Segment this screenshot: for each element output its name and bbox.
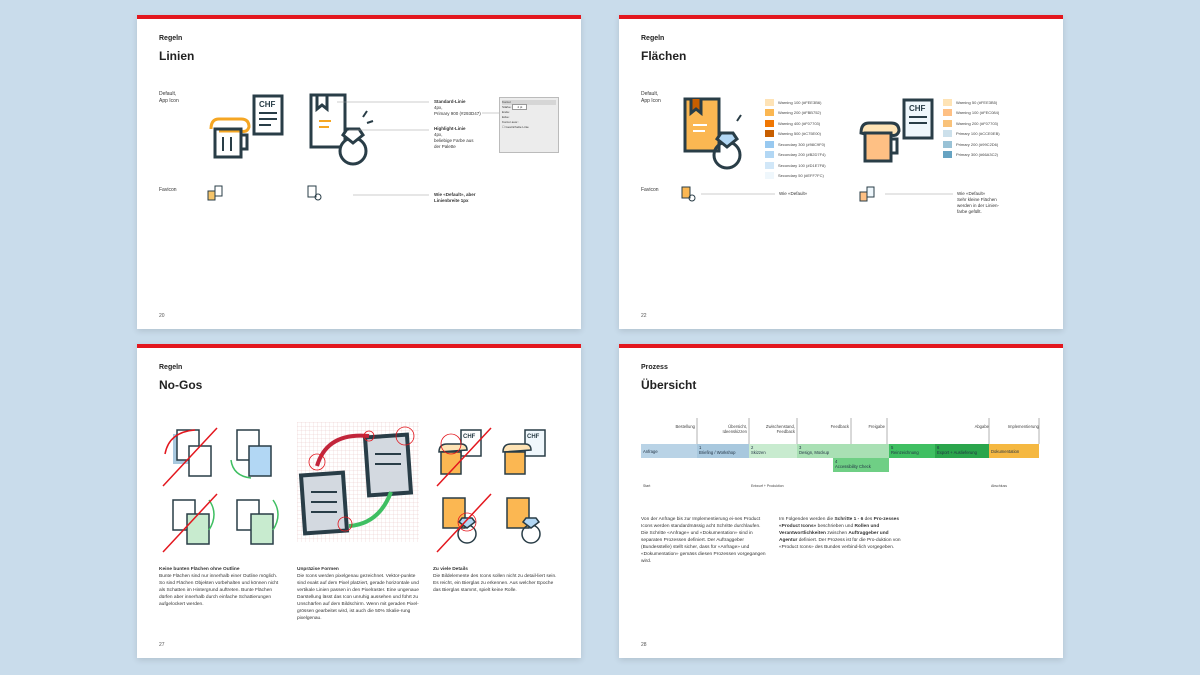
phase-label: Abschluss [991,484,1007,488]
process-step-bar: 2 Skizzen [749,444,797,458]
process-step-bar: 6 Export + Auslieferung [935,444,989,458]
page-number: 20 [159,313,165,319]
favicon-beer-invoice-icon [207,185,223,201]
no-go-body-2: Die Icons werden pixelgenau gezeichnet. … [297,574,419,621]
annotation-lines [337,101,499,196]
no-go-imprecise-shapes-illustration [297,422,419,542]
process-step-bar: Dokumentation [989,444,1039,458]
no-go-colour-fills-illustration [162,427,279,553]
phase-label: Entwurf + Produktion [751,484,784,488]
page-kicker: Prozess [641,364,668,371]
process-intro-text: Von der Anfrage bis zur Implementierung … [641,517,766,564]
page-flaechen: Regeln Flächen Default, App Icon Favicon… [619,15,1063,329]
page-number: 22 [641,313,647,319]
no-go-column-3: Zu viele Details Die Bildelemente des Ic… [433,566,558,594]
process-step-bar: 1 Briefing / Workshop [697,444,749,458]
page-number: 28 [641,642,647,648]
no-go-heading-3: Zu viele Details [433,567,468,572]
favicon-lines [701,193,953,195]
favicon-beer-invoice-filled-icon [859,186,875,202]
process-gantt: Bestellung Übersicht, Ideenskizzen Zwisc… [641,418,1041,498]
favicon-note: Wie «Default», aber Linienbreite 1px [434,192,476,203]
chf-text: CHF [527,434,540,440]
favicon-document-ring-icon [307,185,322,201]
no-go-heading-1: Keine bunten Flächen ohne Outline [159,567,240,572]
process-step-bar: 3 Design, Mockup [797,444,889,458]
no-go-column-2: Unpräzise Formen Die Icons werden pixelg… [297,566,422,622]
no-go-body-1: Bunte Flächen sind nur innerhalb einer O… [159,574,279,607]
no-go-column-1: Keine bunten Flächen ohne Outline Bunte … [159,566,284,608]
page-title: No-Gos [159,378,203,392]
page-number: 27 [159,642,165,648]
stroke-panel: Kontur Stärke: 4 pt Ende: Ecke: Kontur a… [499,97,559,153]
phase-label: Start [643,484,651,488]
no-go-body-3: Die Bildelemente des Icons sollen nicht … [433,574,557,593]
page-kicker: Regeln [159,364,183,371]
standard-line-desc: 4px, Primary 900 (#293D47) [434,105,481,116]
page-no-gos: Regeln No-Gos CHF CHF Keine bunten Fläch… [137,344,581,658]
highlight-line-desc: 4px, beliebige Farbe aus der Palette [434,132,474,149]
process-step-bar: Anfrage [641,444,697,458]
process-steps-text: Im Folgenden werden die Schritte 1 - 6 d… [779,517,901,550]
favicon-note-left: Wie «Default» [779,191,808,196]
chf-text: CHF [463,434,476,440]
process-step-bar: 4 Accessibility Check [833,458,889,472]
stroke-dashed-row[interactable]: ☐ Gestrichelte Linie [502,125,556,130]
stroke-weight-value[interactable]: 4 pt [512,104,528,110]
process-step-bar: 5 Reinzeichnung [889,444,935,458]
page-linien: Regeln Linien Default, App Icon Favicon … [137,15,581,329]
no-go-heading-2: Unpräzise Formen [297,567,339,572]
favicon-note-right: Wie «Default» Sehr kleine Flächen werden… [957,191,1000,214]
page-title: Übersicht [641,378,697,392]
page-uebersicht: Prozess Übersicht Bestellung Übersicht, … [619,344,1063,658]
favicon-document-ring-filled-icon [681,186,696,202]
no-go-too-many-details-illustration: CHF CHF [436,427,546,553]
